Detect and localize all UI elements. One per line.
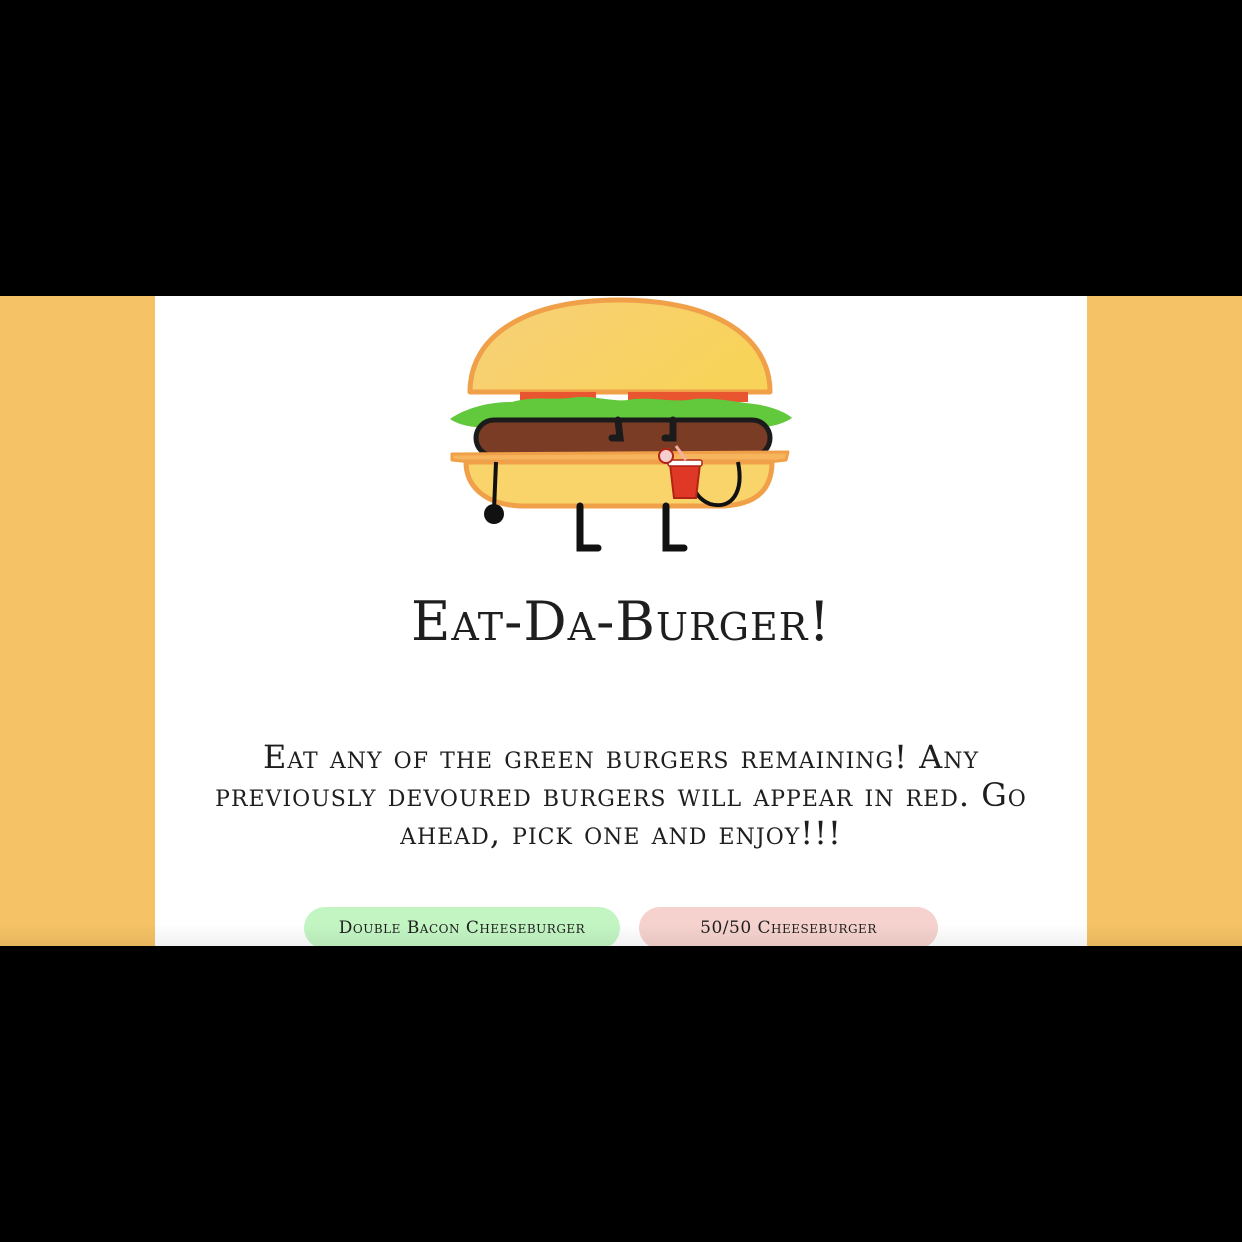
burger-button-devoured[interactable]: 50/50 Cheeseburger bbox=[639, 907, 938, 946]
burger-mascot-icon bbox=[450, 297, 792, 552]
content-card: Eat-Da-Burger! Eat any of the green burg… bbox=[155, 296, 1087, 946]
page-background: Eat-Da-Burger! Eat any of the green burg… bbox=[0, 296, 1242, 946]
page-title: Eat-Da-Burger! bbox=[410, 590, 832, 653]
intro-text: Eat any of the green burgers remaining! … bbox=[215, 738, 1027, 852]
burger-button-available[interactable]: Double Bacon Cheeseburger bbox=[304, 907, 620, 946]
